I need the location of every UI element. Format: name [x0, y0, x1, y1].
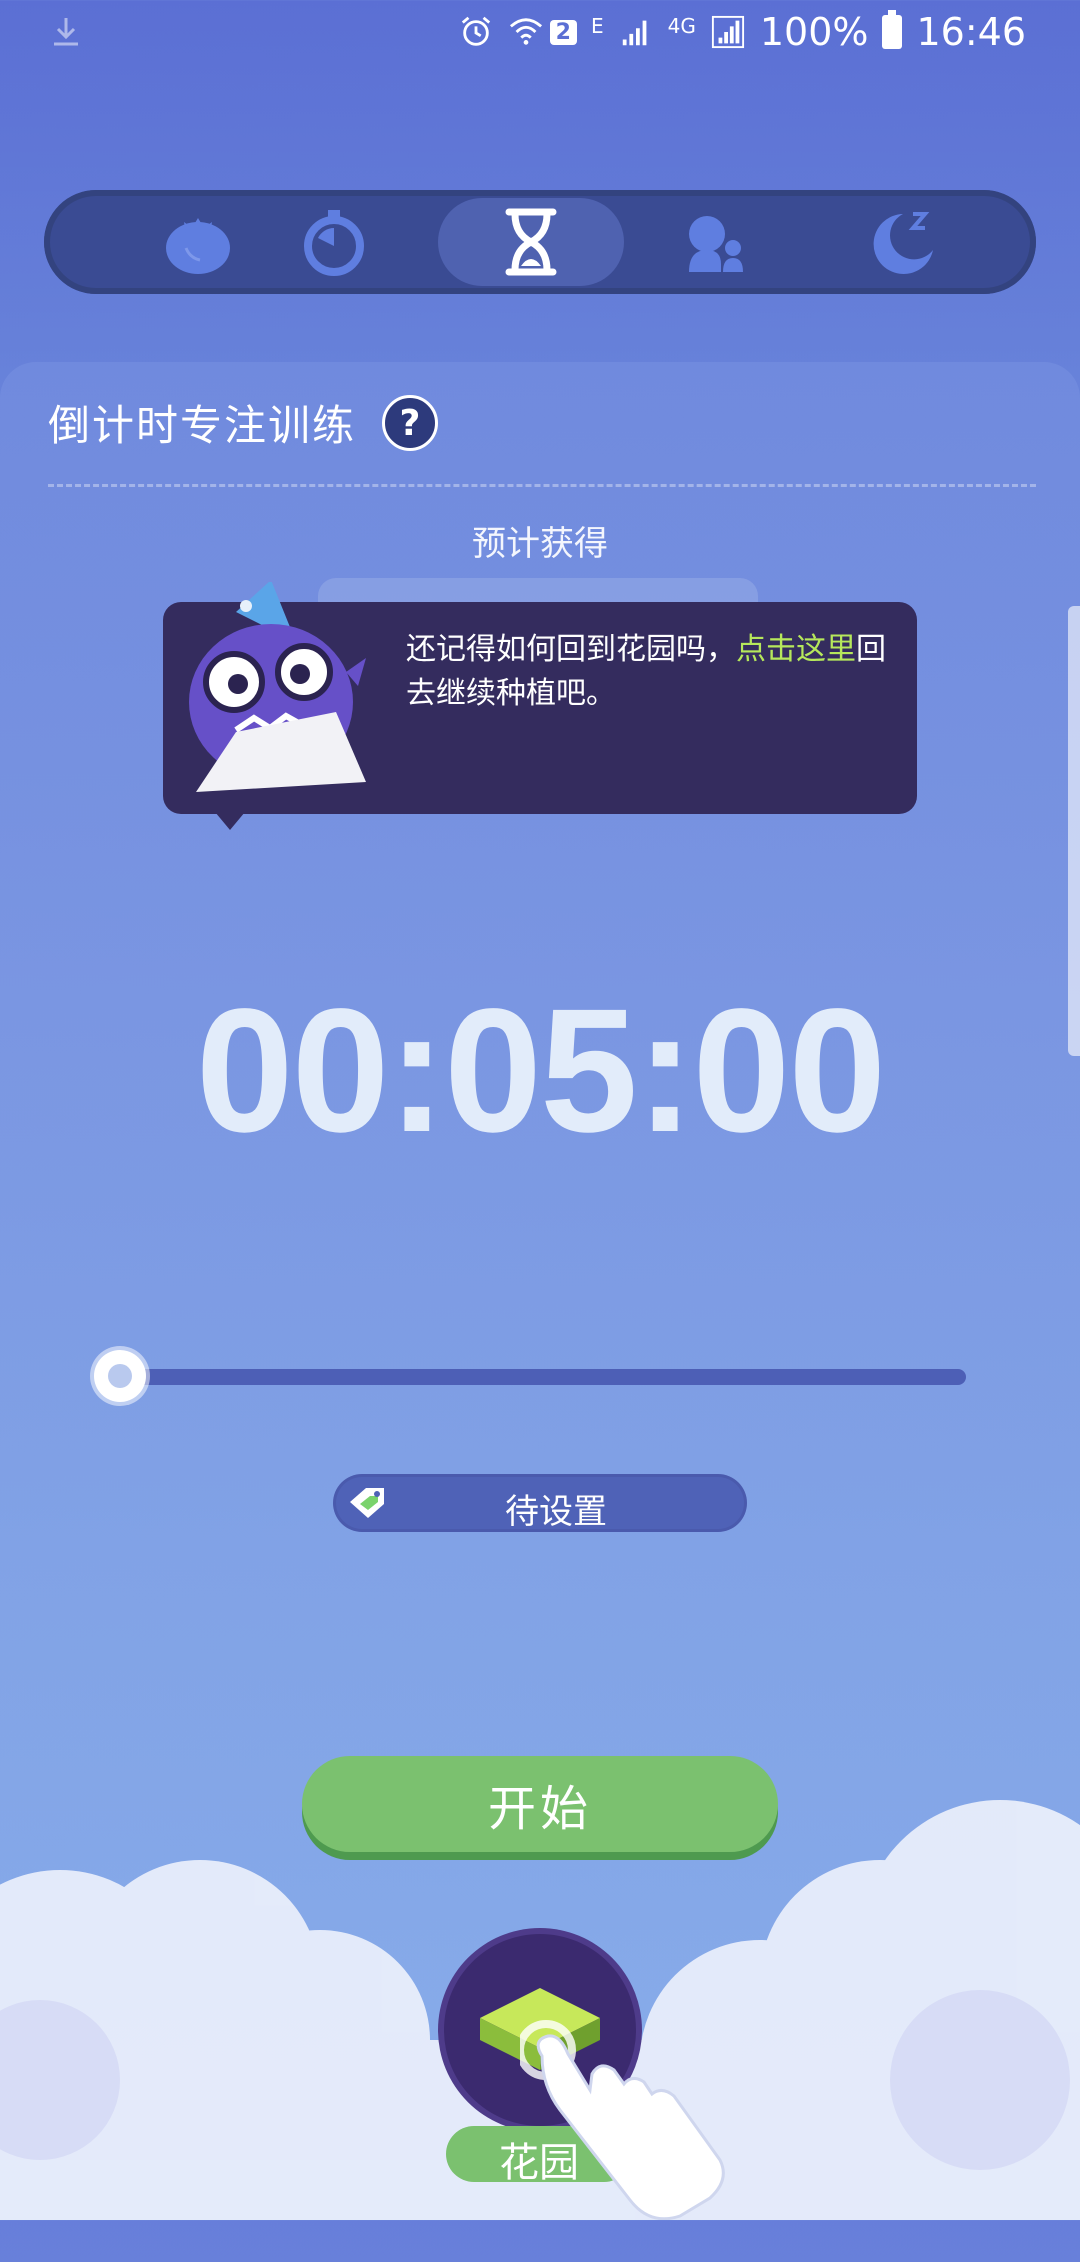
mode-tab-bar [44, 190, 1036, 294]
tab-sleep[interactable] [808, 198, 994, 286]
side-drawer-handle[interactable] [1068, 606, 1080, 1056]
tag-label: 待设置 [505, 1492, 607, 1532]
battery-icon [882, 10, 903, 49]
tooltip-tail [210, 806, 250, 830]
mascot-image [189, 582, 366, 792]
download-icon [54, 18, 78, 46]
meditation-icon [689, 216, 743, 272]
help-button[interactable]: ? [382, 395, 438, 451]
signal-icon [711, 15, 744, 49]
signal-icon [622, 20, 646, 46]
status-bar: 2 E 4G 100% 16:46 [0, 0, 1080, 64]
tooltip-link[interactable]: 点击这里 [736, 632, 856, 667]
tomato-icon [166, 218, 230, 274]
sim-badge: 2 [549, 19, 577, 45]
tap-hint-hand-icon [520, 2020, 725, 2220]
duration-slider[interactable] [110, 1369, 966, 1385]
tab-meditation[interactable] [622, 198, 808, 286]
wifi-icon [509, 18, 542, 45]
slider-handle[interactable] [94, 1350, 146, 1402]
tooltip-text: 还记得如何回到花园吗，点击这里回去继续种植吧。 [406, 628, 896, 716]
hourglass-icon [505, 208, 557, 276]
alarm-icon [461, 16, 490, 46]
divider [48, 484, 1036, 487]
network-type-e: E [590, 14, 604, 38]
battery-percent: 100% [759, 10, 869, 54]
tab-countdown[interactable] [438, 198, 624, 286]
tooltip-text-before: 还记得如何回到花园吗， [406, 632, 736, 667]
countdown-timer: 00:05:00 [195, 973, 887, 1169]
expected-reward-label: 预计获得 [472, 524, 608, 564]
page-title: 倒计时专注训练 [48, 401, 357, 450]
start-button[interactable]: 开始 [302, 1756, 778, 1852]
clock: 16:46 [916, 10, 1026, 54]
tab-stopwatch[interactable] [241, 198, 427, 286]
stopwatch-icon [304, 210, 364, 276]
moon-icon [873, 212, 933, 274]
network-type-4g: 4G [667, 14, 696, 38]
